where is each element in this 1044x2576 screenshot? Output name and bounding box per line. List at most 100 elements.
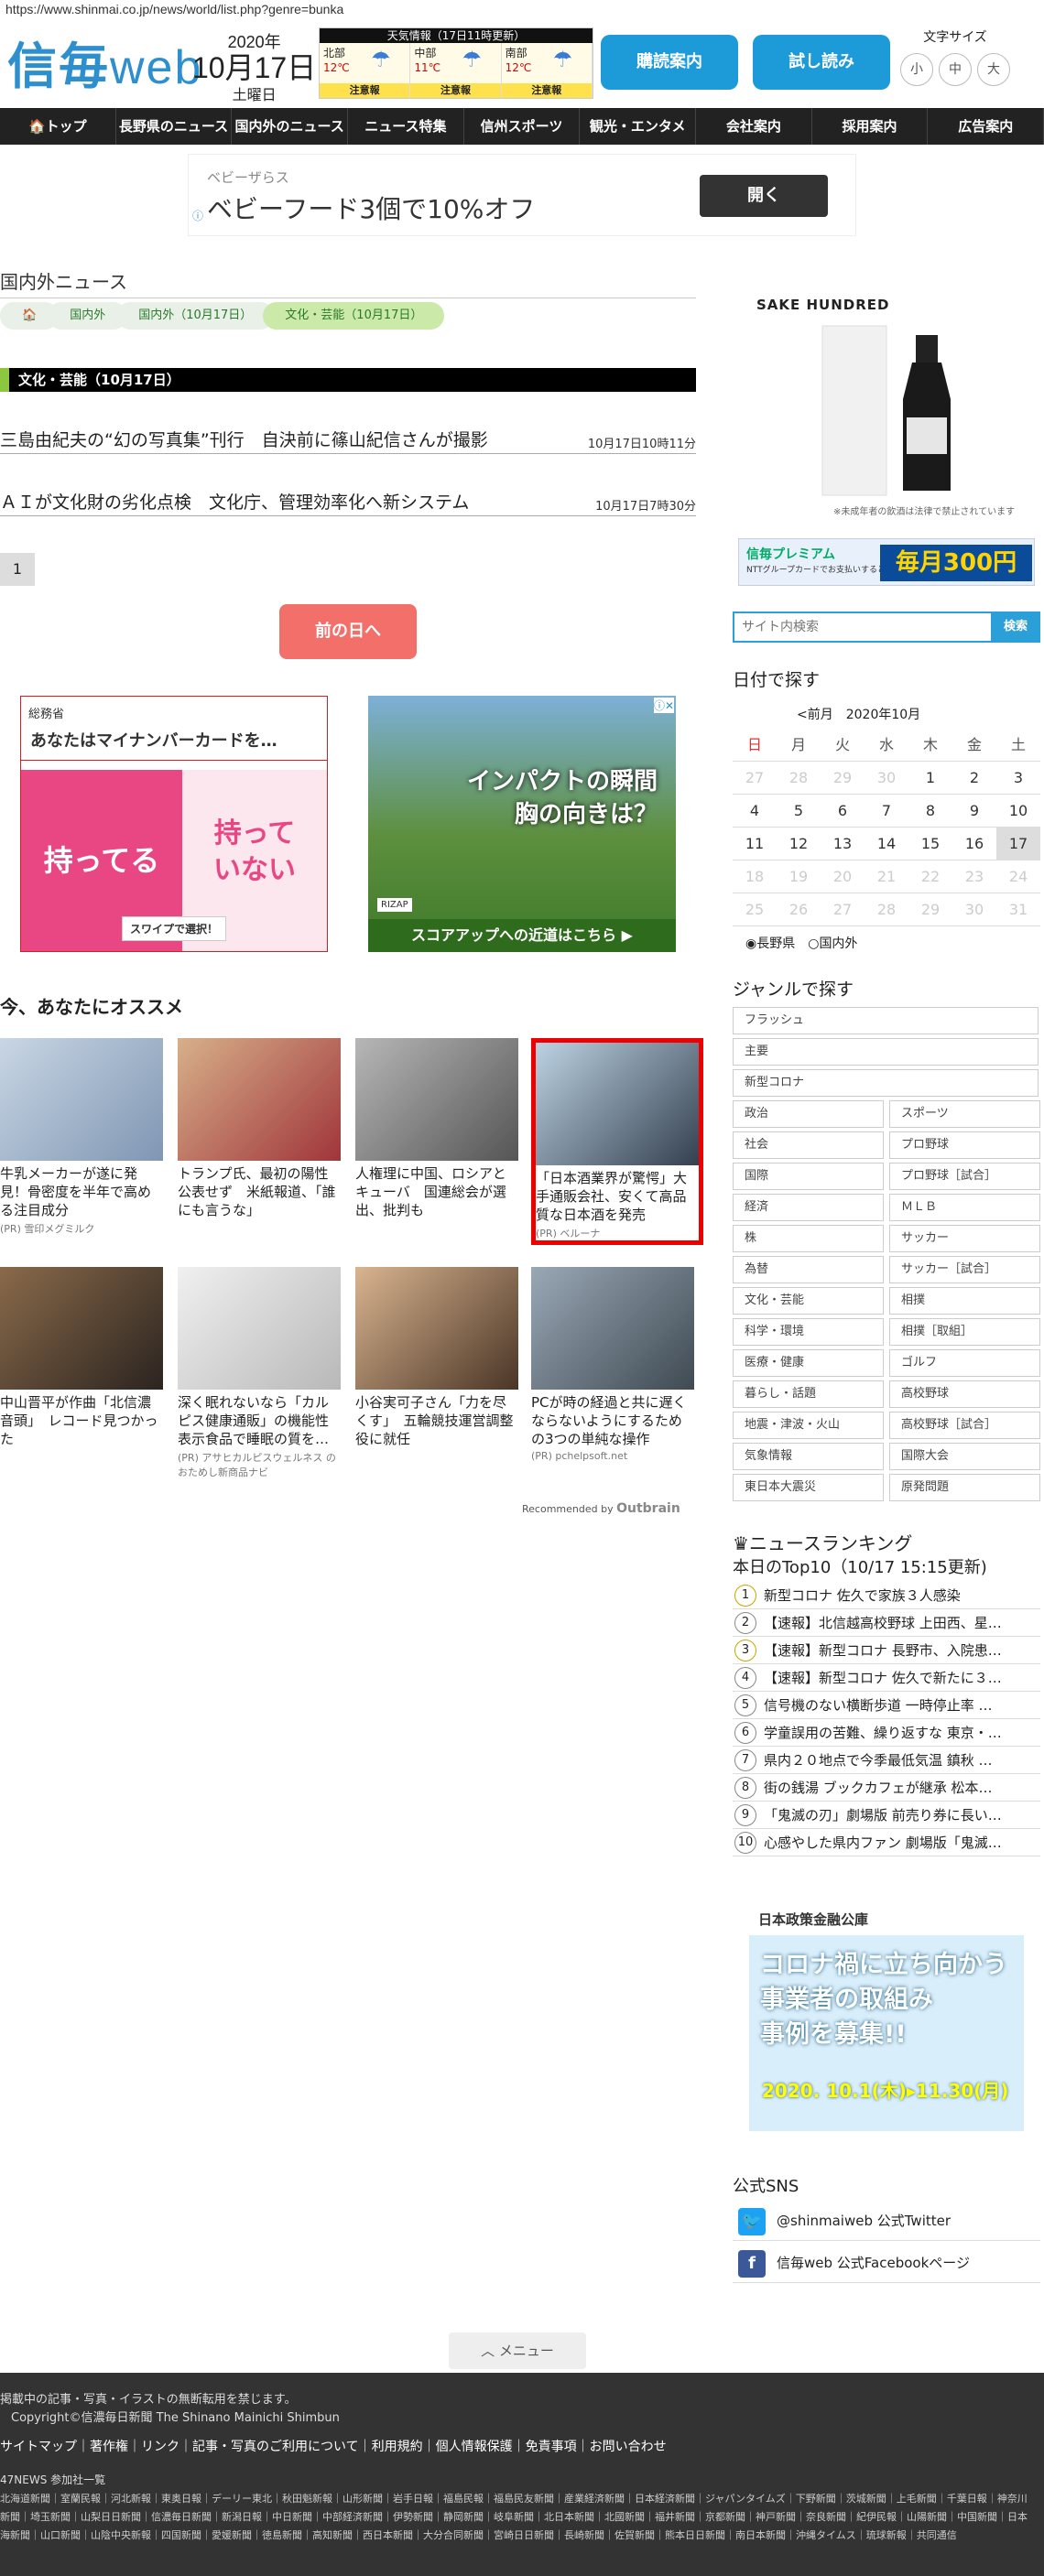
- nav-nagano[interactable]: 長野県のニュース: [116, 108, 233, 145]
- nav-feature[interactable]: ニュース特集: [348, 108, 464, 145]
- cal-day[interactable]: 5: [777, 795, 821, 827]
- ranking-item[interactable]: 3 【速報】新型コロナ 長野市、入院患…: [733, 1637, 1040, 1664]
- genre-item[interactable]: プロ野球: [889, 1131, 1040, 1159]
- cal-day[interactable]: 8: [908, 795, 952, 827]
- cal-day[interactable]: 2: [952, 762, 996, 794]
- genre-item[interactable]: プロ野球［試合］: [889, 1163, 1040, 1190]
- prev-day-button[interactable]: 前の日へ: [279, 604, 417, 659]
- font-medium-button[interactable]: 中: [939, 53, 972, 86]
- cal-day[interactable]: 6: [821, 795, 865, 827]
- cal-day[interactable]: 13: [821, 828, 865, 860]
- cal-day[interactable]: 16: [952, 828, 996, 860]
- card-image[interactable]: [355, 1038, 518, 1161]
- genre-item[interactable]: 経済: [733, 1194, 884, 1221]
- mynumber-ad[interactable]: 総務省 あなたはマイナンバーカードを… 持ってる 持って いない スワイプで選択…: [20, 696, 328, 952]
- sake-ad-title[interactable]: SAKE HUNDRED: [756, 297, 890, 313]
- recommend-card[interactable]: 深く眠れないなら「カルピス健康通販」の機能性表示食品で睡眠の質を… (PR) ア…: [178, 1267, 341, 1479]
- card-image[interactable]: [178, 1038, 341, 1161]
- ranking-item[interactable]: 7 県内２０地点で今季最低気温 鎮秋 …: [733, 1747, 1040, 1774]
- card-image[interactable]: [536, 1043, 699, 1165]
- genre-item[interactable]: 相撲［取組］: [889, 1318, 1040, 1346]
- genre-item[interactable]: 主要: [733, 1038, 1039, 1066]
- breadcrumb-world[interactable]: 国内外: [48, 302, 128, 330]
- footer-links[interactable]: サイトマップ｜著作権｜リンク｜記事・写真のご利用について｜利用規約｜個人情報保護…: [0, 2437, 667, 2455]
- recommend-card[interactable]: 人権理に中国、ロシアとキューバ 国連総会が選出、批判も: [355, 1038, 518, 1219]
- card-image[interactable]: [0, 1267, 163, 1390]
- search-button[interactable]: 検索: [991, 612, 1040, 643]
- premium-ad[interactable]: 信毎プレミアム NTTグループカードでお支払いすると 毎月300円: [738, 538, 1035, 586]
- article-title[interactable]: ＡＩが文化財の劣化点検 文化庁、管理効率化へ新システム: [0, 489, 469, 514]
- genre-item[interactable]: サッカー［試合］: [889, 1256, 1040, 1283]
- search-input[interactable]: [733, 612, 993, 643]
- jfc-ad[interactable]: 日本政策金融公庫 コロナ禍に立ち向かう 事業者の取組み 事例を募集!! 2020. …: [749, 1902, 1024, 2131]
- cal-day[interactable]: 15: [908, 828, 952, 860]
- genre-item[interactable]: フラッシュ: [733, 1007, 1039, 1034]
- nav-sports[interactable]: 信州スポーツ: [464, 108, 581, 145]
- recommend-card[interactable]: PCが時の経過と共に遅くならないようにするための3つの単純な操作 (PR) pc…: [531, 1267, 694, 1462]
- ranking-item[interactable]: 6 学童誤用の苦難、繰り返すな 東京・…: [733, 1719, 1040, 1747]
- genre-item[interactable]: 高校野球: [889, 1380, 1040, 1408]
- cal-day[interactable]: 14: [865, 828, 908, 860]
- genre-item[interactable]: 原発問題: [889, 1474, 1040, 1501]
- cal-day[interactable]: 12: [777, 828, 821, 860]
- genre-item[interactable]: 政治: [733, 1100, 884, 1128]
- genre-item[interactable]: 国際大会: [889, 1443, 1040, 1470]
- trial-button[interactable]: 試し読み: [753, 35, 890, 90]
- ranking-item[interactable]: 5 信号機のない横断歩道 一時停止率 …: [733, 1692, 1040, 1719]
- card-image[interactable]: [0, 1038, 163, 1161]
- genre-item[interactable]: 文化・芸能: [733, 1287, 884, 1315]
- genre-item[interactable]: 新型コロナ: [733, 1069, 1039, 1097]
- recommend-card[interactable]: 「日本酒業界が驚愕」大手通販会社、安くて高品質な日本酒を発売 (PR) ベルーナ: [531, 1038, 703, 1245]
- genre-item[interactable]: 医療・健康: [733, 1349, 884, 1377]
- genre-item[interactable]: ゴルフ: [889, 1349, 1040, 1377]
- genre-item[interactable]: 相撲: [889, 1287, 1040, 1315]
- cal-day[interactable]: 1: [908, 762, 952, 794]
- genre-item[interactable]: 社会: [733, 1131, 884, 1159]
- nav-entertainment[interactable]: 観光・エンタメ: [580, 108, 697, 145]
- genre-item[interactable]: 株: [733, 1225, 884, 1252]
- nav-top[interactable]: 🏠トップ: [0, 108, 116, 145]
- footer-menu-button[interactable]: ︿ メニュー: [449, 2332, 586, 2369]
- cal-day[interactable]: 9: [952, 795, 996, 827]
- card-image[interactable]: [178, 1267, 341, 1390]
- ranking-item[interactable]: 9 「鬼滅の刃」劇場版 前売り券に長い…: [733, 1802, 1040, 1829]
- site-logo[interactable]: 信毎web: [7, 26, 202, 98]
- card-image[interactable]: [531, 1267, 694, 1390]
- partner-links[interactable]: 北海道新聞｜室蘭民報｜河北新報｜東奥日報｜デーリー東北｜秋田魁新報｜山形新聞｜岩…: [0, 2490, 1035, 2545]
- article-item[interactable]: 三島由紀夫の“幻の写真集”刊行 自決前に篠山紀信さんが撮影 10月17日10時1…: [0, 427, 696, 454]
- nav-company[interactable]: 会社案内: [696, 108, 812, 145]
- top-banner-ad[interactable]: ベビーザらス ベビーフード3個で10%オフ 開く ⓘ: [188, 154, 856, 236]
- recommend-card[interactable]: 中山晋平が作曲「北信濃音頭」 レコード見つかった: [0, 1267, 163, 1448]
- sake-bottle-image[interactable]: [813, 317, 984, 500]
- genre-item[interactable]: 為替: [733, 1256, 884, 1283]
- genre-item[interactable]: 高校野球［試合］: [889, 1412, 1040, 1439]
- weather-widget[interactable]: 天気情報（17日11時更新） 北部 12℃ ☂ 注意報 中部 11℃ ☂ 注意報 南部 12℃…: [319, 27, 593, 99]
- genre-item[interactable]: 地震・津波・火山: [733, 1412, 884, 1439]
- article-title[interactable]: 三島由紀夫の“幻の写真集”刊行 自決前に篠山紀信さんが撮影: [0, 427, 488, 451]
- nav-world[interactable]: 国内外のニュース: [232, 108, 349, 145]
- ad-open-button[interactable]: 開く: [700, 175, 828, 217]
- recommend-card[interactable]: 小谷実可子さん「力を尽くす」 五輪競技運営調整役に就任: [355, 1267, 518, 1448]
- outbrain-credit[interactable]: Recommended by Outbrain: [522, 1501, 680, 1516]
- genre-item[interactable]: サッカー: [889, 1225, 1040, 1252]
- ranking-item[interactable]: 4 【速報】新型コロナ 佐久で新たに３…: [733, 1664, 1040, 1692]
- genre-item[interactable]: 東日本大震災: [733, 1474, 884, 1501]
- ad-info-icon[interactable]: ⓘ: [192, 208, 203, 223]
- genre-item[interactable]: スポーツ: [889, 1100, 1040, 1128]
- nav-ads[interactable]: 広告案内: [928, 108, 1044, 145]
- cal-day[interactable]: 11: [733, 828, 777, 860]
- ranking-item[interactable]: 10 心感やした県内ファン 劇場版「鬼滅…: [733, 1829, 1040, 1856]
- radio-nagano[interactable]: ◉長野県: [745, 936, 795, 951]
- rizap-golf-ad[interactable]: ⓘ✕ インパクトの瞬間 胸の向きは？ RIZAP スコアアップへの近道はこちら ▶: [368, 696, 676, 952]
- genre-item[interactable]: 暮らし・話題: [733, 1380, 884, 1408]
- cal-day[interactable]: 4: [733, 795, 777, 827]
- prev-month-link[interactable]: <前月: [797, 708, 833, 722]
- subscribe-button[interactable]: 購読案内: [601, 35, 738, 90]
- page-number-1[interactable]: 1: [0, 553, 35, 586]
- radio-world[interactable]: ○国内外: [808, 936, 857, 951]
- genre-item[interactable]: 科学・環境: [733, 1318, 884, 1346]
- cal-day[interactable]: 10: [996, 795, 1040, 827]
- ranking-item[interactable]: 1 新型コロナ 佐久で家族３人感染: [733, 1582, 1040, 1609]
- ranking-item[interactable]: 8 街の銭湯 ブックカフェが継承 松本…: [733, 1774, 1040, 1802]
- url-bar[interactable]: https://www.shinmai.co.jp/news/world/lis…: [5, 2, 343, 16]
